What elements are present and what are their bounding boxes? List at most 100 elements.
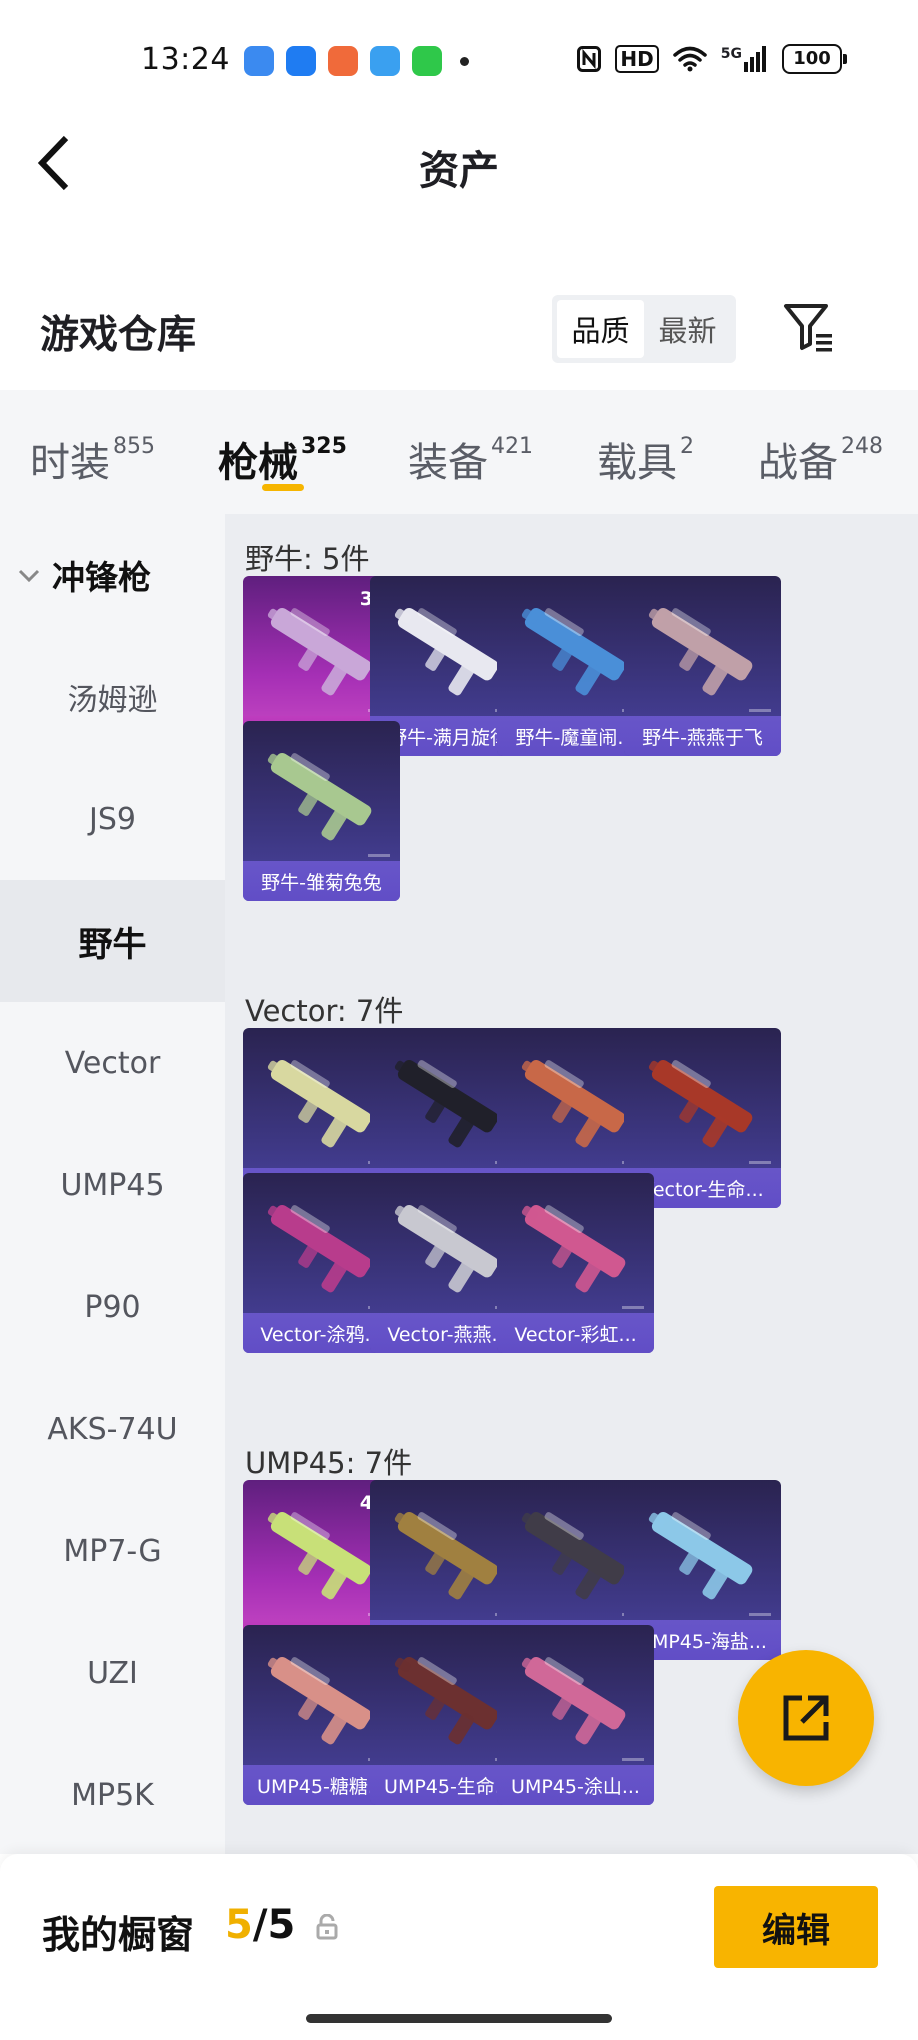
- weapon-skin-icon: [267, 752, 372, 841]
- sort-by-newest[interactable]: 最新: [644, 300, 731, 358]
- tab-count: 421: [491, 434, 533, 459]
- battery-icon: 100: [782, 44, 847, 74]
- group-title: Vector: 7件: [245, 994, 404, 1028]
- tab-fashion[interactable]: 时装 855: [30, 430, 155, 488]
- signal-icon: [744, 46, 766, 72]
- weapon-skin-icon: [648, 1511, 753, 1600]
- item-name: Vector-彩虹...: [514, 1323, 637, 1346]
- item-name: 野牛-燕燕于飞: [642, 726, 763, 749]
- app-notification-icon: [244, 46, 274, 76]
- signal-label: 5G: [721, 46, 768, 72]
- status-time: 13:24: [141, 42, 230, 77]
- item-name: Vector-燕燕...: [387, 1323, 510, 1346]
- sidebar-item-thompson[interactable]: 汤姆逊: [0, 636, 225, 758]
- item-card[interactable]: UMP45-涂山...: [497, 1625, 654, 1805]
- tab-count: 2: [680, 434, 694, 459]
- item-card[interactable]: 野牛-雏菊兔兔: [243, 721, 400, 901]
- sidebar-item-vector[interactable]: Vector: [0, 1002, 225, 1124]
- tab-weapons[interactable]: 枪械 325: [218, 430, 347, 488]
- share-button[interactable]: [738, 1650, 874, 1786]
- tab-vehicles[interactable]: 载具 2: [597, 430, 694, 488]
- item-name: UMP45-海盐...: [638, 1630, 767, 1653]
- card-label-bar: 野牛-雏菊兔兔: [243, 861, 400, 901]
- tab-supplies[interactable]: 战备 248: [758, 430, 883, 488]
- sort-toggle: 品质 最新: [552, 295, 736, 363]
- app-notification-icon: [412, 46, 442, 76]
- item-name: 野牛-雏菊兔兔: [261, 871, 382, 894]
- card-decoration: [368, 854, 390, 857]
- page-title: 资产: [419, 148, 499, 194]
- app-notification-icon: [370, 46, 400, 76]
- card-decoration: [749, 709, 771, 712]
- filter-button[interactable]: [782, 300, 838, 356]
- hd-icon: HD: [615, 45, 659, 73]
- showcase-count: 5/5: [225, 1902, 295, 1948]
- tab-label: 载具: [597, 440, 677, 486]
- item-card[interactable]: Vector-彩虹...: [497, 1173, 654, 1353]
- filter-icon: [784, 304, 832, 352]
- sidebar-category-label: 冲锋枪: [52, 558, 151, 597]
- system-status: HD 5G 100: [577, 44, 847, 74]
- item-name: Vector-涂鸦...: [260, 1323, 383, 1346]
- sidebar-item-aks74u[interactable]: AKS-74U: [0, 1368, 225, 1490]
- showcase-max: 5: [267, 1902, 296, 1948]
- notification-icons: [244, 46, 469, 76]
- group-title: 野牛: 5件: [245, 542, 370, 576]
- wifi-icon: [673, 46, 707, 72]
- network-type: 5G: [720, 46, 742, 62]
- card-decoration: [622, 1306, 644, 1309]
- tab-label: 时装: [30, 440, 110, 486]
- app-notification-icon: [286, 46, 316, 76]
- nfc-icon: [577, 46, 602, 72]
- active-tab-indicator: [262, 484, 304, 491]
- weapon-type-sidebar: 冲锋枪 汤姆逊 JS9 野牛 Vector UMP45 P90 AKS-74U …: [0, 514, 225, 1854]
- sidebar-category-smg[interactable]: 冲锋枪: [0, 514, 225, 636]
- card-label-bar: 野牛-燕燕于飞: [624, 716, 781, 756]
- weapon-skin-icon: [521, 1204, 626, 1293]
- card-decoration: [749, 1613, 771, 1616]
- card-label-bar: UMP45-涂山...: [497, 1765, 654, 1805]
- weapon-skin-icon: [521, 1656, 626, 1745]
- card-decoration: [622, 1758, 644, 1761]
- item-name: UMP45-糖糖...: [257, 1775, 386, 1798]
- item-name: UMP45-生命...: [384, 1775, 513, 1798]
- item-card[interactable]: 野牛-燕燕于飞: [624, 576, 781, 756]
- tab-label: 装备: [408, 440, 488, 486]
- sidebar-item-js9[interactable]: JS9: [0, 758, 225, 880]
- external-link-icon: [783, 1695, 829, 1741]
- tab-equipment[interactable]: 装备 421: [408, 430, 533, 488]
- item-name: Vector-生命...: [641, 1178, 764, 1201]
- category-tabs: 时装 855 枪械 325 装备 421 载具 2 战备 248: [0, 390, 918, 514]
- weapon-skin-icon: [648, 1059, 753, 1148]
- group-title: UMP45: 7件: [245, 1446, 413, 1480]
- edit-button[interactable]: 编辑: [714, 1886, 878, 1968]
- lock-icon: [316, 1914, 338, 1940]
- card-decoration: [749, 1161, 771, 1164]
- sidebar-item-mp5k[interactable]: MP5K: [0, 1734, 225, 1856]
- tab-count: 855: [113, 434, 155, 459]
- showcase-bar: 我的橱窗 5/5 编辑: [0, 1854, 918, 2040]
- more-notifications-dot: [460, 56, 469, 66]
- sidebar-item-p90[interactable]: P90: [0, 1246, 225, 1368]
- sidebar-item-ump45[interactable]: UMP45: [0, 1124, 225, 1246]
- showcase-current: 5: [225, 1902, 253, 1948]
- sidebar-item-mp7g[interactable]: MP7-G: [0, 1490, 225, 1612]
- chevron-down-icon: [18, 569, 40, 583]
- item-name: UMP45-涂山...: [511, 1775, 640, 1798]
- weapon-skin-icon: [648, 607, 753, 696]
- sidebar-item-uzi[interactable]: UZI: [0, 1612, 225, 1734]
- tab-label: 枪械: [218, 440, 298, 486]
- tab-count: 325: [301, 434, 347, 459]
- home-indicator[interactable]: [306, 2014, 612, 2023]
- sidebar-item-bizon[interactable]: 野牛: [0, 880, 225, 1002]
- card-label-bar: Vector-彩虹...: [497, 1313, 654, 1353]
- app-notification-icon: [328, 46, 358, 76]
- status-bar: 13:24 HD 5G 100: [0, 0, 918, 120]
- showcase-label: 我的橱窗: [42, 1913, 195, 1957]
- section-title: 游戏仓库: [40, 313, 197, 358]
- showcase-separator: /: [252, 1902, 268, 1948]
- item-name: 野牛-魔童闹...: [515, 726, 636, 749]
- tab-label: 战备: [758, 440, 838, 486]
- tab-count: 248: [841, 434, 883, 459]
- sort-by-quality[interactable]: 品质: [557, 300, 644, 358]
